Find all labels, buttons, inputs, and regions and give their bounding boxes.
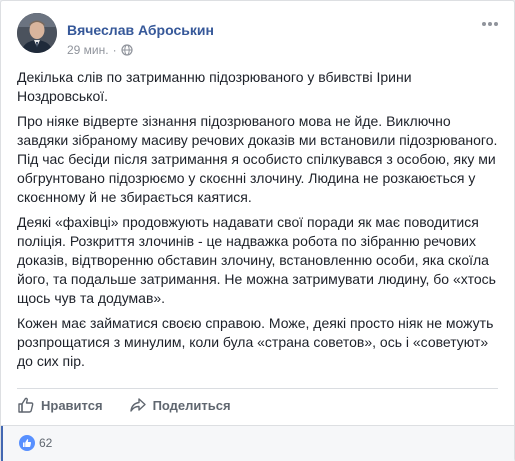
more-options-button[interactable]: [480, 17, 500, 31]
more-dots-icon: [482, 22, 498, 26]
reactions-accent-bar: [1, 426, 3, 461]
share-arrow-icon: [129, 398, 146, 412]
post-body: Декілька слів по затриманню підозрюваног…: [17, 68, 499, 377]
avatar[interactable]: [17, 13, 57, 53]
post-header: Вячеслав Аброськин 29 мин. ·: [17, 13, 502, 57]
like-label: Нравится: [41, 397, 103, 413]
post-paragraph: Про ніяке відверте зізнання підозрюваног…: [17, 113, 498, 205]
like-button[interactable]: Нравится: [17, 389, 103, 421]
post-paragraph: Деякі «фахівці» продовжують надавати сво…: [17, 214, 496, 306]
post-actions: Нравится Поделиться: [17, 389, 498, 421]
reactions-bar: 62: [1, 425, 514, 461]
share-button[interactable]: Поделиться: [129, 389, 231, 421]
like-reaction-icon: [19, 435, 35, 451]
post-paragraph: Декілька слів по затриманню підозрюваног…: [17, 69, 412, 104]
post-paragraph: Кожен має займатися своєю справою. Може,…: [17, 315, 494, 369]
avatar-photo-icon: [17, 13, 57, 53]
thumbs-up-icon: [18, 397, 34, 413]
share-label: Поделиться: [152, 397, 231, 413]
meta-separator: ·: [112, 43, 117, 57]
author-name[interactable]: Вячеслав Аброськин: [67, 22, 214, 38]
post-card: Вячеслав Аброськин 29 мин. · Декілька сл…: [0, 0, 515, 461]
post-meta: 29 мин. ·: [67, 43, 133, 57]
globe-icon[interactable]: [121, 44, 133, 56]
post-timestamp[interactable]: 29 мин.: [67, 43, 109, 57]
reaction-count: 62: [39, 436, 53, 450]
reaction-summary[interactable]: 62: [19, 435, 52, 451]
